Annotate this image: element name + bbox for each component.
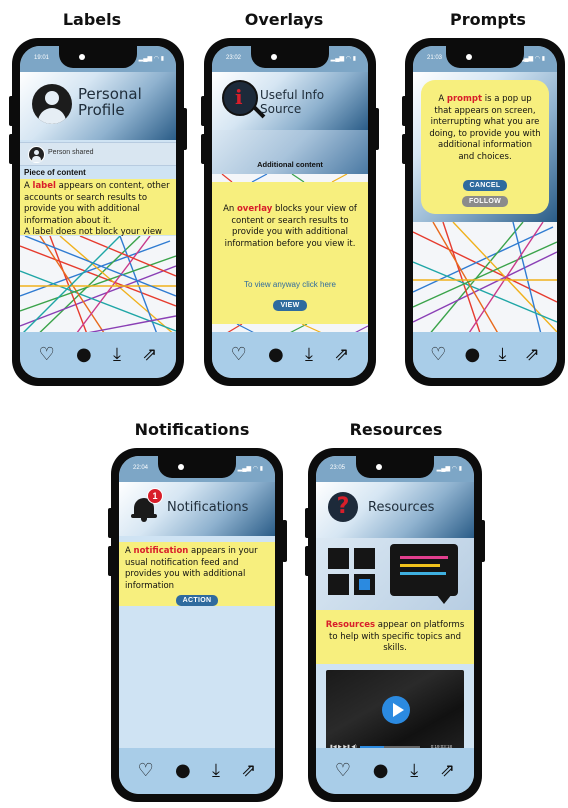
prompt-description: A prompt is a pop up that appears on scr… (429, 94, 541, 162)
download-icon[interactable]: ⤓ (305, 346, 313, 364)
notification-description: A notification appears in your usual not… (125, 546, 258, 591)
chat-bubble-icon[interactable]: ● (268, 346, 284, 364)
overlay-keyword: overlay (236, 204, 273, 214)
overlay-description: An overlay blocks your view of content o… (223, 204, 357, 249)
piece-of-content-heading: Piece of content (24, 168, 86, 177)
resources-phone: 23:05 ▂▄▆ ◠ ▮ ? Resources Resources appe… (308, 448, 482, 802)
bottom-nav: ♡ ● ⤓ ⇗ (119, 748, 275, 794)
download-icon[interactable]: ⤓ (113, 346, 121, 364)
overlays-title: Overlays (244, 10, 324, 29)
notifications-title: Notifications (134, 420, 250, 439)
notification-feed-area (119, 606, 275, 748)
notifications-phone: 22:04 ▂▄▆ ◠ ▮ 1 Notifications A notifica… (111, 448, 283, 802)
tiles-grid-icon (328, 548, 376, 596)
chat-bubble-icon[interactable]: ● (373, 762, 389, 780)
label-box: A label appears on content, other accoun… (20, 179, 176, 237)
status-time: 21:03 (427, 55, 443, 61)
chat-bubble-icon[interactable]: ● (76, 346, 92, 364)
info-source-header: i Useful Info Source (212, 72, 368, 130)
content-pattern-image (413, 222, 557, 342)
bottom-nav: ♡ ● ⤓ ⇗ (316, 748, 474, 794)
notifications-title: Notifications (167, 500, 249, 515)
view-anyway-text: To view anyway click here (243, 280, 337, 289)
notification-box: A notification appears in your usual not… (119, 542, 275, 606)
bottom-nav: ♡ ● ⤓ ⇗ (413, 332, 557, 378)
speech-bubble-icon (390, 544, 458, 604)
status-time: 23:02 (226, 55, 242, 61)
play-button-icon[interactable] (382, 696, 410, 724)
action-button[interactable]: ACTION (175, 595, 219, 606)
additional-content-header: Additional content (212, 130, 368, 174)
resources-title: Resources (349, 420, 443, 439)
prompt-keyword: prompt (446, 94, 483, 104)
heart-add-icon[interactable]: ♡ (335, 762, 351, 780)
signal-wifi-battery-icon: ▂▄▆ ◠ ▮ (237, 466, 263, 472)
labels-phone: 19:01 ▂▄▆ ◠ ▮ Personal Profile Person sh… (12, 38, 184, 386)
phone-notch (158, 456, 236, 478)
phone-notch (251, 46, 329, 68)
resources-title: Resources (368, 500, 435, 515)
person-shared-text: Person shared (48, 149, 94, 156)
question-mark-icon: ? (328, 492, 358, 522)
resources-keyword: Resources (325, 620, 376, 630)
bottom-nav: ♡ ● ⤓ ⇗ (212, 332, 368, 378)
prompts-phone: 21:03 ▂▄▆ ◠ ▮ A prompt is a pop up that … (405, 38, 565, 386)
status-time: 23:05 (330, 465, 346, 471)
signal-wifi-battery-icon: ▂▄▆ ◠ ▮ (436, 466, 462, 472)
resources-header: ? Resources (316, 482, 474, 538)
phone-notch (59, 46, 137, 68)
resource-graphics (316, 538, 474, 610)
overlays-phone: 23:02 ▂▄▆ ◠ ▮ i Useful Info Source Addit… (204, 38, 376, 386)
label-description: A label appears on content, other accoun… (24, 181, 170, 226)
labels-title: Labels (62, 10, 122, 29)
download-icon[interactable]: ⤓ (499, 346, 507, 364)
status-time: 22:04 (133, 465, 149, 471)
profile-name: Personal Profile (78, 85, 142, 119)
resources-box: Resources appear on platforms to help wi… (316, 610, 474, 664)
profile-header: Personal Profile (20, 72, 176, 140)
signal-wifi-battery-icon: ▂▄▆ ◠ ▮ (138, 56, 164, 62)
bottom-nav: ♡ ● ⤓ ⇗ (20, 332, 176, 378)
video-player[interactable]: ▮◀ ▶ ▶▮ ◀) 0:19:03:18 (326, 670, 464, 754)
prompt-popup: A prompt is a pop up that appears on scr… (421, 80, 549, 214)
download-icon[interactable]: ⤓ (212, 762, 220, 780)
heart-add-icon[interactable]: ♡ (138, 762, 154, 780)
share-icon[interactable]: ⇗ (440, 762, 455, 780)
shared-person-icon (28, 146, 45, 163)
share-icon[interactable]: ⇗ (142, 346, 157, 364)
chat-bubble-icon[interactable]: ● (465, 346, 481, 364)
chat-bubble-icon[interactable]: ● (175, 762, 191, 780)
share-icon[interactable]: ⇗ (334, 346, 349, 364)
shared-row: Person shared (20, 142, 176, 166)
heart-add-icon[interactable]: ♡ (430, 346, 446, 364)
status-time: 19:01 (34, 55, 50, 61)
share-icon[interactable]: ⇗ (525, 346, 540, 364)
notification-count-badge: 1 (147, 488, 163, 504)
content-pattern-image (20, 236, 176, 342)
additional-content-label: Additional content (257, 160, 323, 169)
view-button[interactable]: VIEW (273, 300, 307, 311)
phone-notch (446, 46, 524, 68)
info-magnifier-icon: i (222, 80, 266, 119)
share-icon[interactable]: ⇗ (241, 762, 256, 780)
profile-avatar-icon[interactable] (32, 84, 72, 124)
resources-description: Resources appear on platforms to help wi… (325, 620, 465, 653)
phone-notch (356, 456, 434, 478)
info-source-title: Useful Info Source (260, 88, 325, 116)
download-icon[interactable]: ⤓ (410, 762, 418, 780)
notifications-header: 1 Notifications (119, 482, 275, 536)
follow-button[interactable]: FOLLOW (461, 196, 509, 207)
signal-wifi-battery-icon: ▂▄▆ ◠ ▮ (330, 56, 356, 62)
content-pattern-strip (212, 174, 368, 182)
overlay-box: An overlay blocks your view of content o… (212, 182, 368, 324)
heart-add-icon[interactable]: ♡ (39, 346, 55, 364)
label-keyword: label (32, 181, 56, 191)
heart-add-icon[interactable]: ♡ (231, 346, 247, 364)
notification-keyword: notification (133, 546, 189, 556)
prompts-title: Prompts (450, 10, 526, 29)
